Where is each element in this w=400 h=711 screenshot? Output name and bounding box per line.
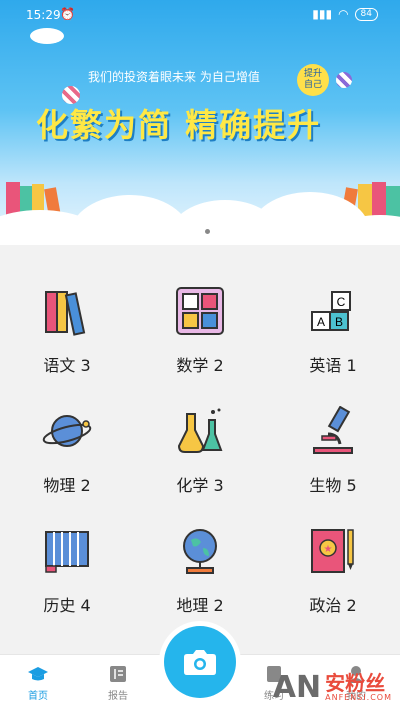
scroll-icon (45, 531, 89, 573)
camera-icon (184, 650, 216, 675)
notebook-icon: ★ (311, 529, 354, 573)
badge-line-1: 提升 (303, 69, 322, 79)
subject-label: 地理 2 (176, 596, 224, 615)
tab-home[interactable]: 首页 (8, 665, 68, 702)
tab-report[interactable]: 报告 (88, 665, 148, 702)
svg-text:B: B (335, 315, 343, 329)
calculator-icon (176, 287, 224, 335)
status-bar: 15:29 ⏰ ▮▮▮ ◠ 84 (0, 0, 400, 26)
watermark-domain: ANFENSI.COM (325, 693, 392, 702)
subject-physics[interactable]: 物理 2 (7, 390, 127, 500)
banner-badge: 提升 自己 (297, 64, 329, 96)
abc-blocks-icon: A B C (311, 291, 351, 331)
subject-geography[interactable]: 地理 2 (140, 510, 260, 620)
subject-biology[interactable]: 生物 5 (273, 390, 393, 500)
ball-decoration (336, 72, 352, 88)
subject-label: 生物 5 (309, 476, 357, 495)
camera-button[interactable] (164, 626, 236, 698)
wifi-icon: ◠ (338, 7, 349, 21)
site-watermark: AN 安粉丝 ANFENSI.COM (273, 670, 392, 705)
alarm-icon: ⏰ (60, 7, 75, 21)
battery-indicator: 84 (354, 7, 378, 21)
subject-politics[interactable]: ★ 政治 2 (273, 510, 393, 620)
globe-icon (183, 529, 217, 574)
carousel-indicator (205, 229, 210, 234)
graduation-cap-icon (28, 667, 48, 681)
subject-label: 物理 2 (43, 476, 91, 495)
signal-icon: ▮▮▮ (312, 7, 333, 21)
books-icon (45, 291, 86, 336)
subject-math[interactable]: 数学 2 (140, 270, 260, 380)
subject-history[interactable]: 历史 4 (7, 510, 127, 620)
microscope-icon (313, 406, 353, 454)
subject-label: 历史 4 (43, 596, 91, 615)
subject-label: 化学 3 (176, 476, 224, 495)
banner-slogan: 我们的投资着眼未来 为自己增值 (88, 70, 260, 84)
watermark-logo: AN (272, 670, 322, 705)
subject-chinese[interactable]: 语文 3 (7, 270, 127, 380)
planet-icon (42, 415, 92, 447)
svg-text:C: C (337, 295, 346, 309)
report-icon (110, 666, 126, 682)
subject-label: 语文 3 (43, 356, 91, 375)
promo-banner[interactable]: 我们的投资着眼未来 为自己增值 提升 自己 化繁为简 精确提升 (0, 0, 400, 245)
cloud-decoration (30, 28, 64, 44)
subject-label: 政治 2 (309, 596, 357, 615)
subject-chemistry[interactable]: 化学 3 (140, 390, 260, 500)
subject-label: 数学 2 (176, 356, 224, 375)
status-time: 15:29 (26, 8, 61, 22)
svg-text:★: ★ (324, 544, 333, 555)
subject-label: 英语 1 (309, 356, 357, 375)
tab-home-label: 首页 (28, 691, 48, 702)
banner-headline: 化繁为简 精确提升 (36, 106, 322, 144)
watermark-cn: 安粉丝 (325, 671, 386, 695)
subject-english[interactable]: A B C 英语 1 (273, 270, 393, 380)
tab-report-label: 报告 (108, 691, 128, 702)
svg-text:A: A (317, 315, 325, 329)
flask-icon (177, 408, 223, 453)
badge-line-2: 自己 (303, 80, 322, 90)
